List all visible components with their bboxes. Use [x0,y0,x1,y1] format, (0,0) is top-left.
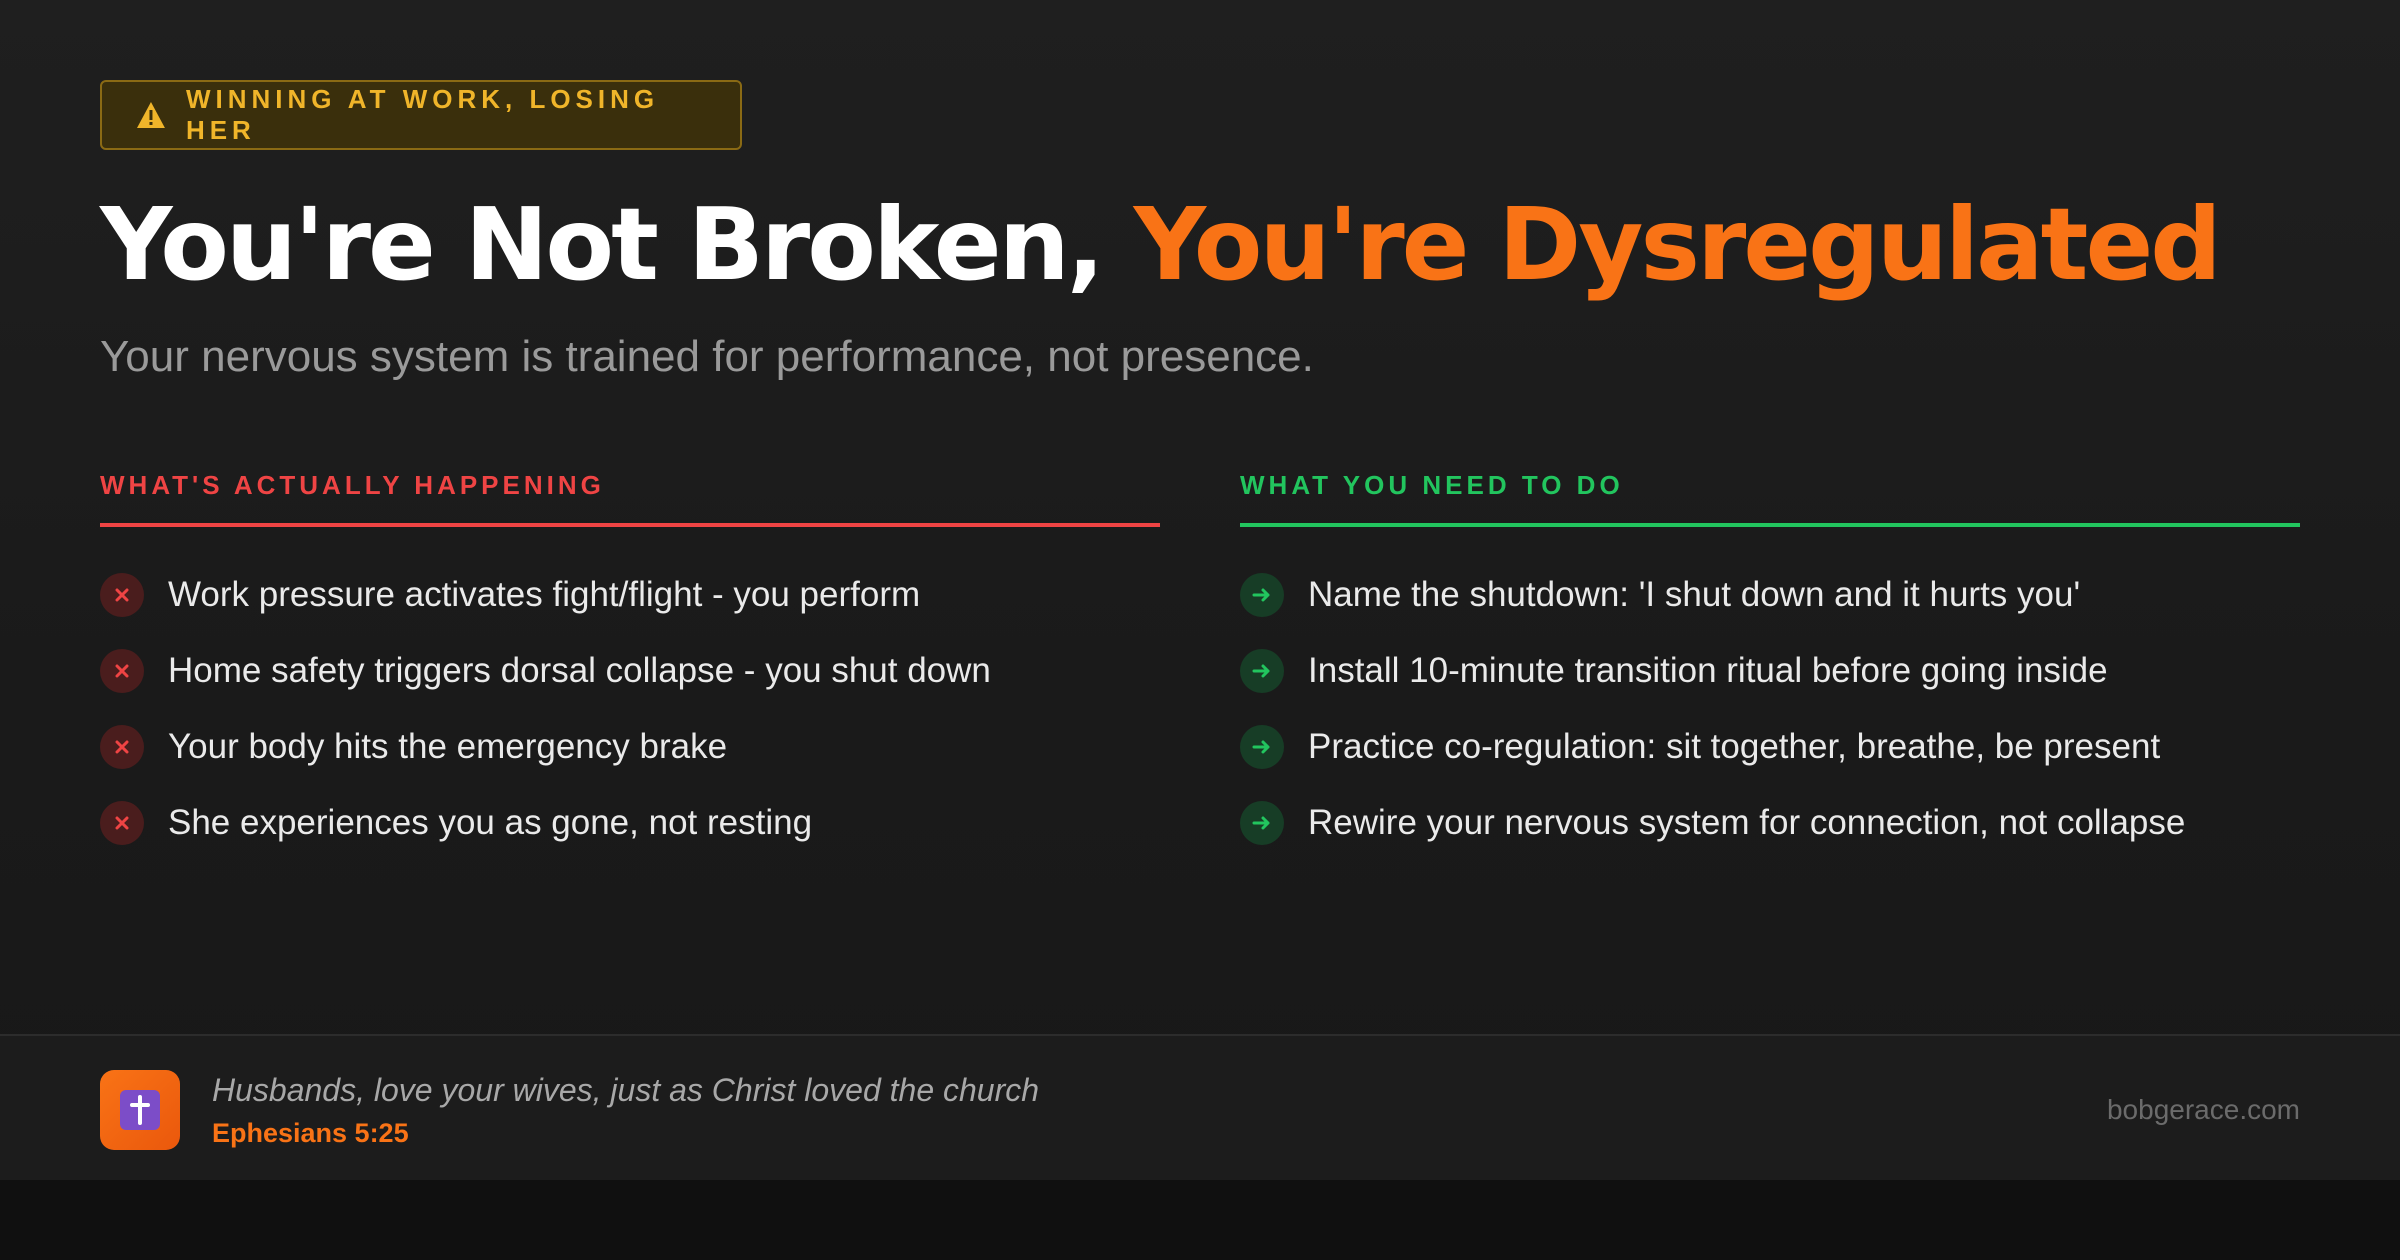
list-item-text: Install 10-minute transition ritual befo… [1308,651,2108,690]
problems-heading: WHAT'S ACTUALLY HAPPENING [100,470,1160,527]
problems-list: Work pressure activates fight/flight - y… [100,557,1160,861]
arrow-right-icon [1240,801,1284,845]
list-item: Home safety triggers dorsal collapse - y… [100,633,1160,709]
arrow-right-icon [1240,649,1284,693]
arrow-right-icon [1240,573,1284,617]
page-subtitle: Your nervous system is trained for perfo… [100,332,1314,381]
website-link[interactable]: bobgerace.com [2107,1094,2300,1126]
footer: Husbands, love your wives, just as Chris… [0,1034,2400,1180]
topic-badge: WINNING AT WORK, LOSING HER [100,80,742,150]
scripture-reference: Ephesians 5:25 [212,1118,409,1148]
title-main: You're Not Broken, [100,186,1134,303]
actions-column: WHAT YOU NEED TO DO Name the shutdown: '… [1240,470,2300,861]
list-item: Work pressure activates fight/flight - y… [100,557,1160,633]
arrow-right-icon [1240,725,1284,769]
list-item-text: Your body hits the emergency brake [168,727,728,766]
title-highlight: You're Dysregulated [1133,186,2222,303]
x-icon [100,801,144,845]
list-item: Install 10-minute transition ritual befo… [1240,633,2300,709]
list-item-text: Rewire your nervous system for connectio… [1308,803,2186,842]
page-title: You're Not Broken, You're Dysregulated [100,185,2222,305]
list-item: She experiences you as gone, not resting [100,785,1160,861]
list-item: Your body hits the emergency brake [100,709,1160,785]
list-item-text: Name the shutdown: 'I shut down and it h… [1308,575,2081,614]
actions-heading: WHAT YOU NEED TO DO [1240,470,2300,527]
actions-list: Name the shutdown: 'I shut down and it h… [1240,557,2300,861]
badge-label: WINNING AT WORK, LOSING HER [185,84,660,145]
list-item-text: Home safety triggers dorsal collapse - y… [168,651,991,690]
list-item-text: Practice co-regulation: sit together, br… [1308,727,2161,766]
slide-card: WINNING AT WORK, LOSING HER You're Not B… [0,0,2400,1180]
list-item: Rewire your nervous system for connectio… [1240,785,2300,861]
cross-icon [100,1070,180,1150]
list-item-text: Work pressure activates fight/flight - y… [168,575,921,614]
warning-icon [136,102,165,128]
list-item: Practice co-regulation: sit together, br… [1240,709,2300,785]
scripture-quote: Husbands, love your wives, just as Chris… [212,1072,1040,1108]
x-icon [100,725,144,769]
x-icon [100,649,144,693]
list-item-text: She experiences you as gone, not resting [168,803,813,842]
x-icon [100,573,144,617]
problems-column: WHAT'S ACTUALLY HAPPENING Work pressure … [100,470,1160,861]
list-item: Name the shutdown: 'I shut down and it h… [1240,557,2300,633]
